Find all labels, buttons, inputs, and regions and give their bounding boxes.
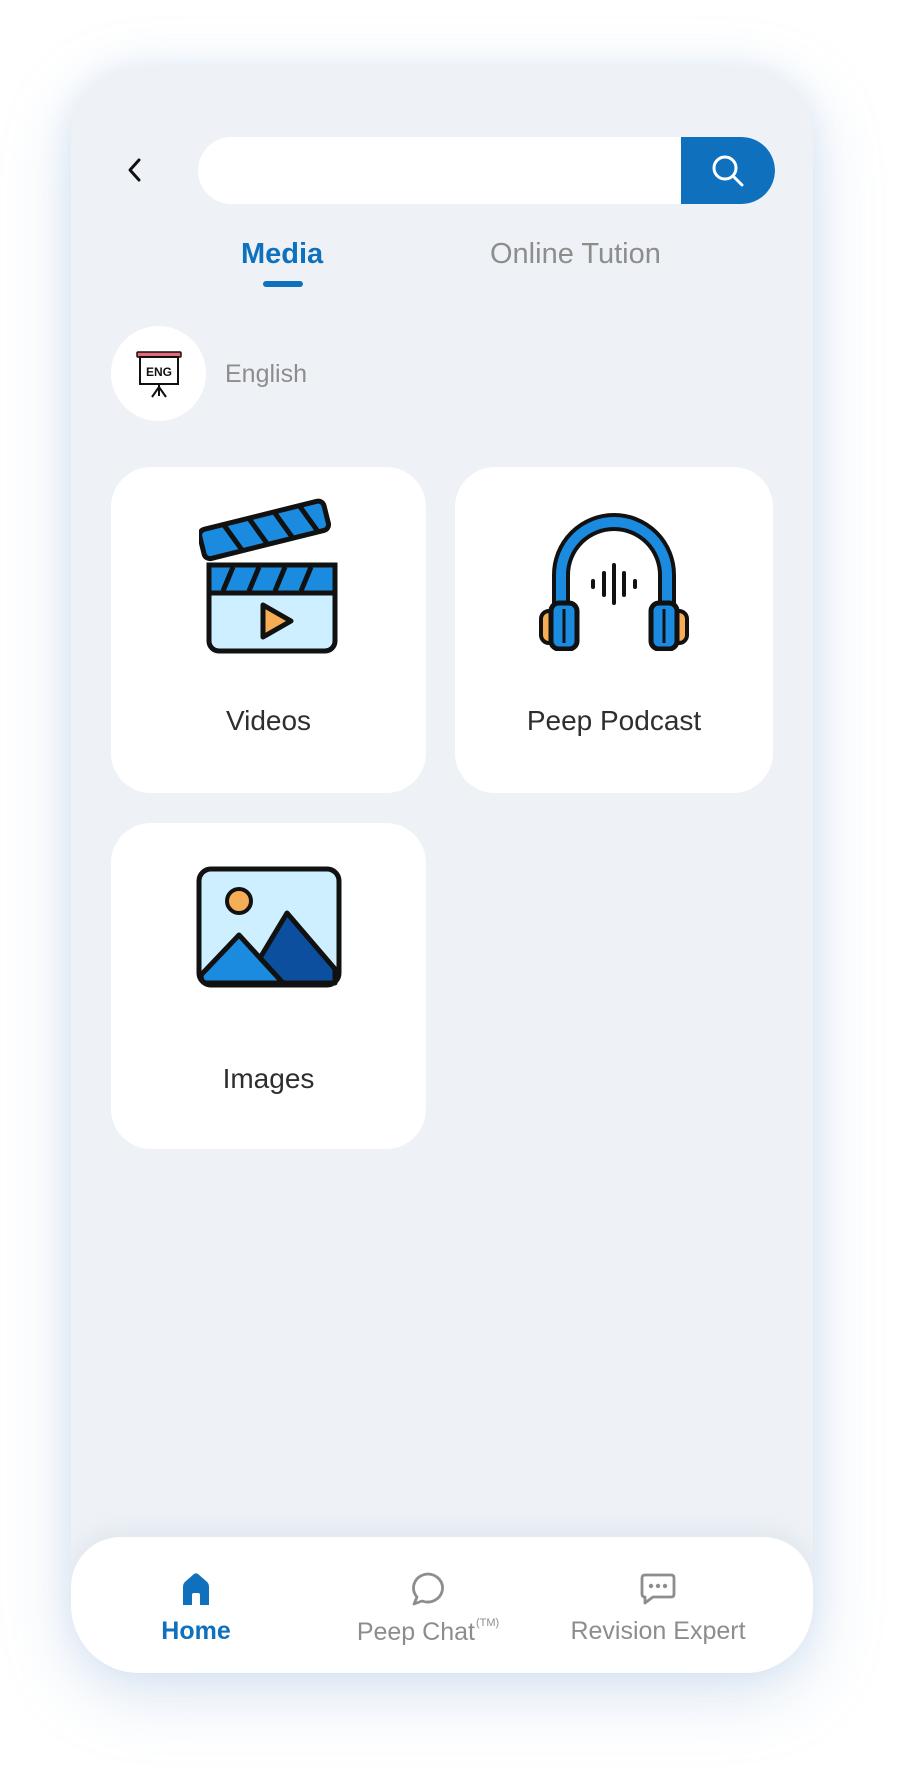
nav-label-peep-chat: Peep Chat(TM)	[357, 1617, 499, 1647]
nav-label-revision-expert: Revision Expert	[570, 1617, 746, 1645]
card-label-peep-podcast: Peep Podcast	[526, 705, 702, 736]
nav-item-home[interactable]: Home	[141, 1537, 251, 1673]
search-bar	[198, 137, 775, 204]
trademark-suffix: (TM)	[475, 1617, 500, 1629]
tab-media[interactable]: Media	[241, 238, 323, 271]
chat-bubble-icon	[412, 1572, 444, 1606]
nav-item-revision-expert[interactable]: Revision Expert	[558, 1537, 758, 1673]
clapperboard-icon	[198, 498, 337, 654]
subject-avatar[interactable]: ENG	[111, 326, 206, 421]
search-button[interactable]	[681, 137, 775, 204]
headphones-icon	[539, 513, 689, 651]
chevron-left-icon	[128, 158, 141, 182]
search-input[interactable]	[198, 137, 681, 204]
english-board-icon: ENG	[135, 350, 182, 398]
images-card[interactable]: Images	[111, 823, 426, 1149]
card-label-videos: Videos	[225, 705, 312, 736]
peep-podcast-card[interactable]: Peep Podcast	[455, 467, 773, 793]
subject-label: English	[225, 360, 307, 388]
videos-card[interactable]: Videos	[111, 467, 426, 793]
active-tab-indicator	[263, 281, 303, 287]
search-icon	[712, 155, 744, 186]
tab-online-tution[interactable]: Online Tution	[490, 238, 661, 271]
nav-label-home: Home	[161, 1617, 231, 1645]
card-label-images: Images	[222, 1063, 315, 1094]
bottom-navigation: Home Peep Chat(TM) Revision Expert	[71, 1537, 813, 1673]
home-icon	[183, 1573, 209, 1605]
peep-chat-text: Peep Chat	[356, 1618, 475, 1646]
image-icon	[196, 866, 341, 988]
message-dots-icon	[640, 1573, 676, 1605]
nav-item-peep-chat[interactable]: Peep Chat(TM)	[343, 1537, 513, 1673]
back-button[interactable]	[115, 150, 155, 190]
subject-icon-text: ENG	[145, 365, 171, 379]
phone-screen: Media Online Tution ENG English Videos P…	[71, 68, 813, 1673]
